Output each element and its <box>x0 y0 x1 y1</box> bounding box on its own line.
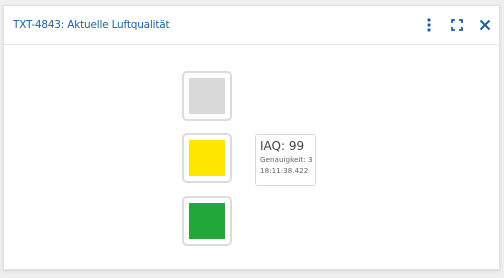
close-icon[interactable] <box>477 17 493 33</box>
air-quality-widget: TXT-4843: Aktuelle Luftqualität IAQ: 99 … <box>3 5 500 270</box>
accuracy-label: Genauigkeit: <box>260 155 306 164</box>
reading-timestamp: 18:11:38.422 <box>260 166 309 175</box>
accuracy-line: Genauigkeit: 3 <box>260 154 315 165</box>
more-vertical-icon[interactable] <box>421 17 437 33</box>
iaq-value-line: IAQ: 99 <box>260 138 315 154</box>
fullscreen-icon[interactable] <box>449 17 465 33</box>
traffic-light-bottom-lamp <box>189 203 225 239</box>
iaq-reading-box: IAQ: 99 Genauigkeit: 3 18:11:38.422 <box>255 134 316 186</box>
widget-title: TXT-4843: Aktuelle Luftqualität <box>13 19 170 31</box>
traffic-light-middle <box>182 133 232 183</box>
accuracy-value: 3 <box>307 155 313 164</box>
iaq-value: 99 <box>288 139 305 153</box>
traffic-light-top-lamp <box>189 78 225 114</box>
iaq-label: IAQ: <box>260 139 286 153</box>
traffic-light-top <box>182 71 232 121</box>
traffic-light-bottom <box>182 196 232 246</box>
widget-header: TXT-4843: Aktuelle Luftqualität <box>4 6 499 45</box>
traffic-light-middle-lamp <box>189 140 225 176</box>
